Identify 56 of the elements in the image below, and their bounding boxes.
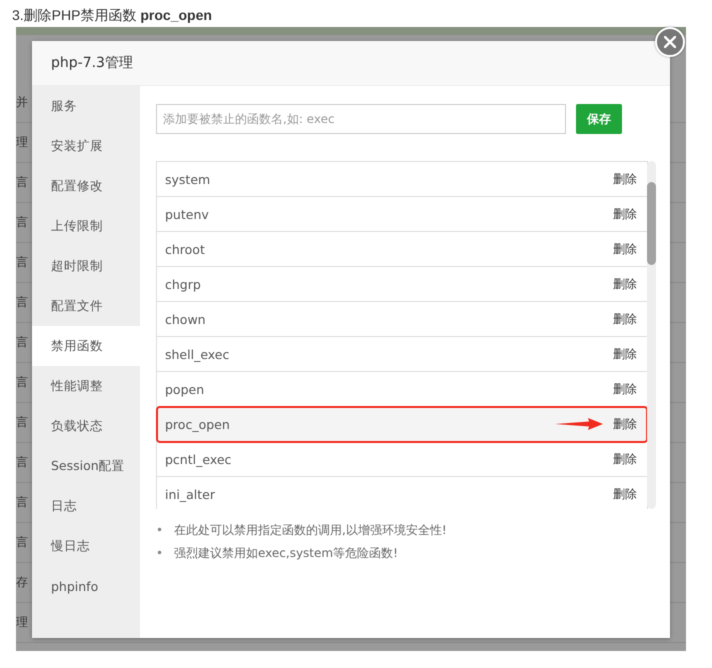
- sidebar-item[interactable]: 安装扩展: [32, 126, 140, 166]
- delete-link[interactable]: 删除: [613, 486, 637, 502]
- function-name: chroot: [165, 242, 206, 256]
- function-input[interactable]: 添加要被禁止的函数名,如: exec: [156, 104, 566, 134]
- background-text: 并: [16, 94, 28, 111]
- sidebar-item[interactable]: 配置文件: [32, 286, 140, 326]
- delete-link[interactable]: 删除: [613, 240, 637, 258]
- function-name: pcntl_exec: [165, 452, 232, 466]
- sidebar-item[interactable]: 服务: [32, 86, 140, 126]
- delete-link[interactable]: 删除: [613, 380, 637, 398]
- sidebar-item[interactable]: 性能调整: [32, 366, 140, 406]
- function-name: proc_open: [165, 416, 231, 432]
- function-name: chgrp: [165, 276, 202, 292]
- note-text: 在此处可以禁用指定函数的调用,以增强环境安全性!: [174, 522, 447, 539]
- function-name: popen: [165, 382, 206, 396]
- background-text: 言: [16, 214, 28, 231]
- bullet: •: [156, 522, 164, 539]
- sidebar-item[interactable]: 慢日志: [32, 526, 140, 566]
- function-name: chown: [165, 312, 207, 326]
- background-text: 言: [16, 294, 28, 311]
- save-button[interactable]: 保存: [576, 104, 622, 134]
- delete-link[interactable]: 删除: [613, 206, 637, 222]
- function-name: putenv: [165, 206, 210, 222]
- delete-link[interactable]: 删除: [613, 276, 637, 292]
- sidebar-item[interactable]: 负载状态: [32, 406, 140, 446]
- background-text: 言: [16, 254, 28, 271]
- note-text: 强烈建议禁用如exec,system等危险函数!: [174, 545, 398, 562]
- bullet: •: [156, 545, 164, 562]
- scrollbar[interactable]: [647, 161, 656, 509]
- sidebar-item[interactable]: 上传限制: [32, 206, 140, 246]
- delete-link[interactable]: 删除: [613, 310, 637, 328]
- background-text: 理: [16, 134, 28, 151]
- background-text: 言: [16, 174, 28, 191]
- delete-link[interactable]: 删除: [613, 170, 637, 188]
- delete-link[interactable]: 删除: [613, 416, 637, 432]
- sidebar-item[interactable]: 禁用函数: [32, 326, 140, 366]
- background-text: 言: [16, 414, 28, 431]
- delete-link[interactable]: 删除: [613, 450, 637, 468]
- background-text: 言: [16, 534, 28, 551]
- sidebar-item[interactable]: 日志: [32, 486, 140, 526]
- background-text: 存: [16, 574, 28, 591]
- sidebar-item[interactable]: 超时限制: [32, 246, 140, 286]
- caption-text: 3.删除PHP禁用函数 proc_open: [11, 6, 213, 25]
- delete-link[interactable]: 删除: [613, 346, 637, 362]
- sidebar-item[interactable]: 配置修改: [32, 166, 140, 206]
- dialog-title: php-7.3管理: [51, 54, 133, 72]
- background-text: 言: [16, 454, 28, 471]
- background-text: 言: [16, 374, 28, 391]
- sidebar-item[interactable]: Session配置: [32, 446, 140, 486]
- function-name: shell_exec: [165, 346, 230, 362]
- background-text: 言: [16, 334, 28, 351]
- function-name: ini_alter: [165, 486, 216, 502]
- sidebar-item[interactable]: phpinfo: [32, 566, 140, 606]
- function-name: system: [165, 172, 212, 186]
- background-text: 理: [16, 614, 28, 631]
- background-text: 言: [16, 494, 28, 511]
